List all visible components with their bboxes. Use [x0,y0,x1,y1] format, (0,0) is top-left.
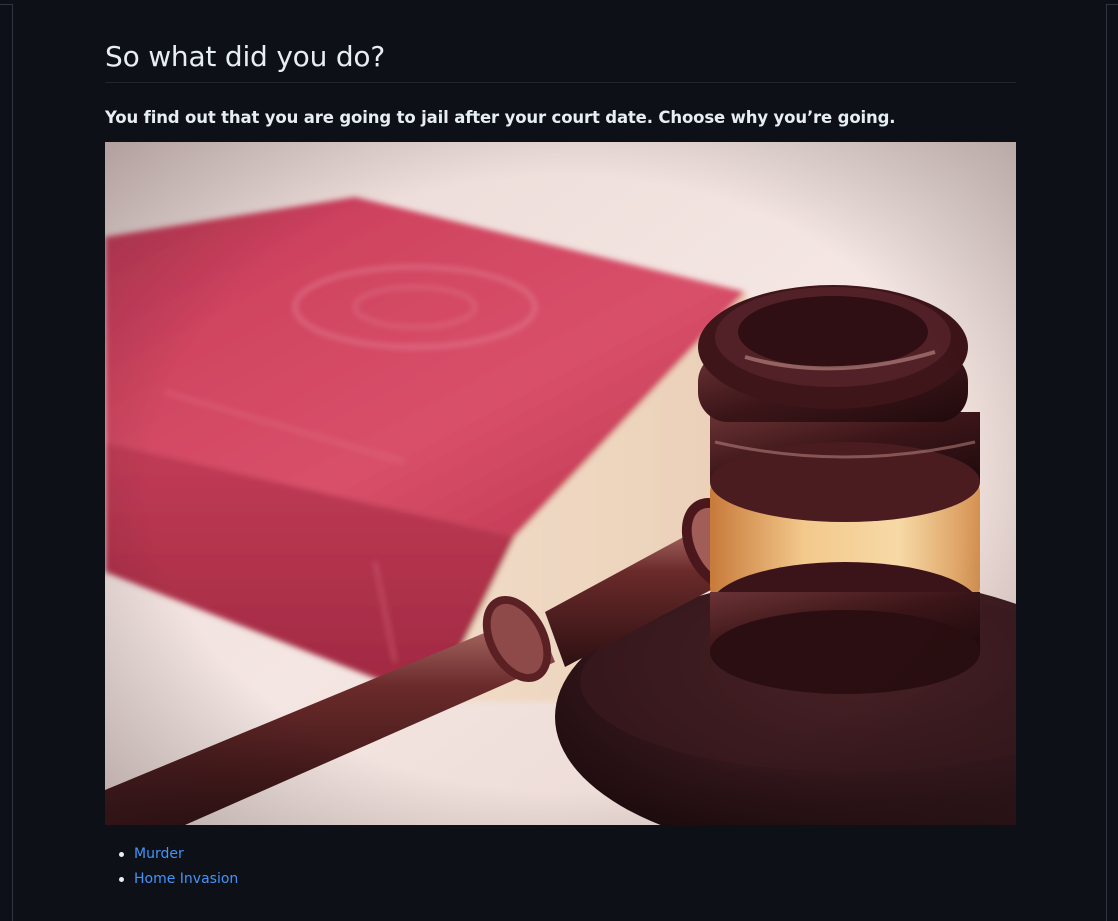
page-title: So what did you do? [105,38,1016,83]
choice-home-invasion-link[interactable]: Home Invasion [134,871,238,887]
intro-text: You find out that you are going to jail … [105,108,896,127]
page-container: So what did you do? You find out that yo… [12,4,1107,921]
choice-murder-link[interactable]: Murder [134,846,184,862]
list-item: Murder [118,842,238,867]
list-item: Home Invasion [118,867,238,892]
choices-list: Murder Home Invasion [105,842,238,892]
gavel-and-law-book-image [105,142,1016,825]
